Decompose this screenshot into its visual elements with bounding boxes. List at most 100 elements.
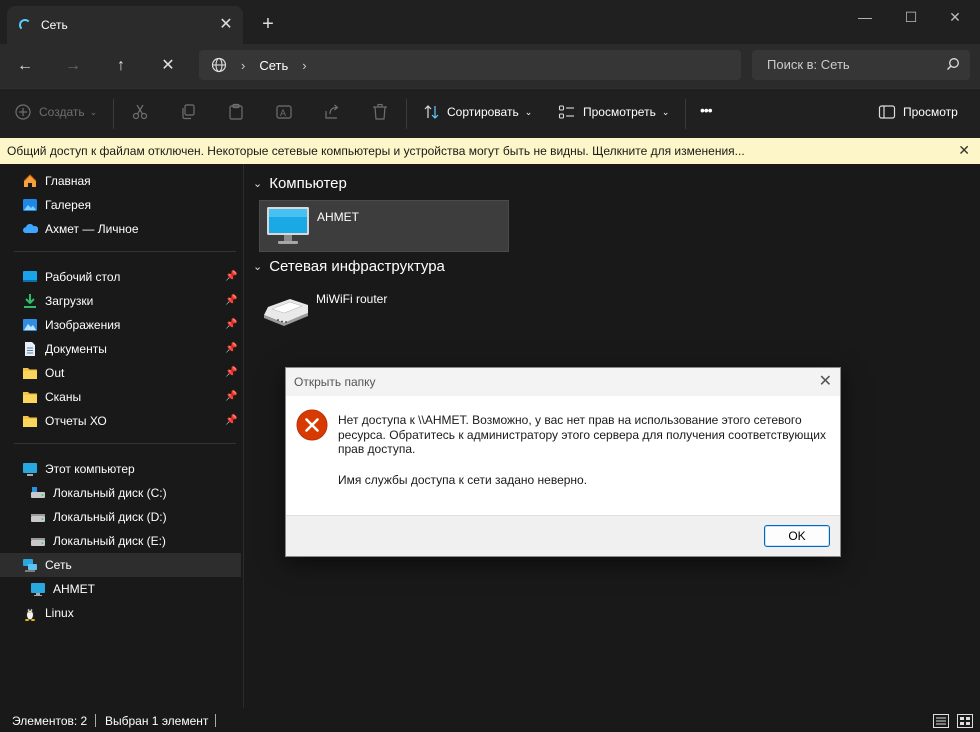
- navigation-bar: ← → ↑ ✕ › Сеть › Поиск в: Сеть: [0, 44, 980, 88]
- status-bar: Элементов: 2 Выбран 1 элемент: [0, 708, 980, 732]
- pin-icon[interactable]: 📌: [225, 271, 237, 283]
- preview-pane-button[interactable]: Просмотр: [878, 103, 958, 121]
- group-title: Сетевая инфраструктура: [269, 258, 445, 275]
- sidebar-item-scans[interactable]: Сканы 📌: [0, 385, 241, 409]
- home-icon: [23, 174, 37, 187]
- sidebar-item-linux[interactable]: Linux: [0, 601, 241, 625]
- breadcrumb-network[interactable]: Сеть: [259, 58, 288, 73]
- group-header-network-infrastructure[interactable]: ⌄ Сетевая инфраструктура: [253, 258, 445, 275]
- toolbar-divider: [685, 99, 686, 129]
- tab-network[interactable]: Сеть ✕: [7, 6, 243, 44]
- sidebar-item-label: Сеть: [45, 558, 72, 572]
- sidebar-item-label: Сканы: [45, 390, 82, 404]
- dialog-close-icon[interactable]: ✕: [819, 371, 832, 391]
- view-label: Просмотреть: [583, 105, 656, 119]
- navigation-pane: Главная Галерея Ахмет — Личное Рабочий с…: [0, 164, 244, 708]
- sidebar-item-onedrive[interactable]: Ахмет — Личное: [0, 217, 241, 241]
- sidebar-item-drive-e[interactable]: Локальный диск (E:): [0, 529, 241, 553]
- folder-icon: [23, 392, 37, 403]
- search-icon[interactable]: [946, 57, 960, 71]
- network-item-router[interactable]: MiWiFi router: [259, 283, 509, 335]
- sidebar-item-drive-d[interactable]: Локальный диск (D:): [0, 505, 241, 529]
- chevron-down-icon[interactable]: ⌄: [253, 260, 262, 273]
- share-icon[interactable]: [323, 103, 341, 121]
- tab-title: Сеть: [41, 18, 68, 32]
- sidebar-item-label: Отчеты ХО: [45, 414, 107, 428]
- view-button[interactable]: Просмотреть ⌄: [558, 103, 669, 121]
- pin-icon[interactable]: 📌: [225, 343, 237, 355]
- sidebar-item-label: Out: [45, 366, 65, 380]
- sidebar-item-gallery[interactable]: Галерея: [0, 193, 241, 217]
- network-item-ahmet[interactable]: AHMET: [259, 200, 509, 252]
- sidebar-item-reports[interactable]: Отчеты ХО 📌: [0, 409, 241, 433]
- chevron-down-icon: ⌄: [524, 106, 533, 117]
- maximize-button[interactable]: ☐: [888, 6, 934, 28]
- sidebar-item-this-pc[interactable]: Этот компьютер: [0, 457, 241, 481]
- onedrive-icon: [23, 224, 38, 233]
- cut-icon[interactable]: [131, 103, 149, 121]
- tiles-view-icon[interactable]: [957, 714, 973, 728]
- more-options-button[interactable]: •••: [700, 102, 713, 118]
- copy-icon[interactable]: [179, 103, 197, 121]
- back-button[interactable]: ←: [13, 54, 37, 78]
- sidebar-item-label: Галерея: [45, 198, 92, 212]
- close-window-button[interactable]: ✕: [932, 6, 978, 28]
- command-bar: Создать ⌄ A Сортировать ⌄ Просмотреть ⌄ …: [0, 88, 980, 138]
- sidebar-item-label: Локальный диск (C:): [53, 486, 167, 500]
- sidebar-item-label: Ахмет — Личное: [45, 222, 139, 236]
- breadcrumb-chevron-icon[interactable]: ›: [241, 58, 245, 73]
- file-sharing-infobar[interactable]: Общий доступ к файлам отключен. Некоторы…: [0, 138, 980, 164]
- search-input[interactable]: Поиск в: Сеть: [752, 50, 970, 80]
- ok-button[interactable]: OK: [764, 525, 830, 547]
- sidebar-item-label: Изображения: [45, 318, 121, 332]
- downloads-icon: [24, 294, 36, 308]
- forward-button[interactable]: →: [61, 54, 85, 78]
- pin-icon[interactable]: 📌: [225, 319, 237, 331]
- sidebar-item-label: Загрузки: [45, 294, 94, 308]
- toolbar-divider: [113, 99, 114, 129]
- status-divider: [95, 714, 96, 727]
- dialog-message: Нет доступа к \\AHMET. Возможно, у вас н…: [338, 413, 826, 456]
- pin-icon[interactable]: 📌: [225, 295, 237, 307]
- pin-icon[interactable]: 📌: [225, 367, 237, 379]
- sidebar-item-drive-c[interactable]: Локальный диск (C:): [0, 481, 241, 505]
- sidebar-item-ahmet[interactable]: AHMET: [0, 577, 241, 601]
- tab-close-icon[interactable]: ✕: [217, 16, 235, 34]
- address-bar[interactable]: › Сеть ›: [199, 50, 741, 80]
- up-button[interactable]: ↑: [109, 54, 133, 78]
- sidebar-item-desktop[interactable]: Рабочий стол 📌: [0, 265, 241, 289]
- sidebar-item-network[interactable]: Сеть: [0, 553, 241, 577]
- documents-icon: [25, 342, 35, 356]
- pin-icon[interactable]: 📌: [225, 391, 237, 403]
- paste-icon[interactable]: [227, 103, 245, 121]
- rename-icon[interactable]: A: [275, 103, 293, 121]
- svg-text:A: A: [280, 108, 286, 118]
- desktop-icon: [23, 271, 37, 282]
- infobar-close-icon[interactable]: ✕: [958, 142, 970, 159]
- create-button[interactable]: Создать ⌄: [14, 103, 97, 121]
- sidebar-item-label: Главная: [45, 174, 91, 188]
- stop-loading-button[interactable]: ✕: [156, 54, 180, 78]
- pin-icon[interactable]: 📌: [225, 415, 237, 427]
- sidebar-item-documents[interactable]: Документы 📌: [0, 337, 241, 361]
- computer-icon: [267, 207, 309, 244]
- new-tab-button[interactable]: +: [258, 14, 278, 34]
- dialog-footer: OK: [286, 515, 840, 556]
- this-pc-icon: [23, 463, 37, 476]
- group-header-computer[interactable]: ⌄ Компьютер: [253, 175, 347, 192]
- infobar-message[interactable]: Общий доступ к файлам отключен. Некоторы…: [7, 144, 745, 158]
- chevron-down-icon[interactable]: ⌄: [253, 177, 262, 190]
- minimize-button[interactable]: —: [842, 6, 888, 28]
- sidebar-item-home[interactable]: Главная: [0, 169, 241, 193]
- sidebar-item-label: AHMET: [53, 582, 95, 596]
- details-view-icon[interactable]: [933, 714, 949, 728]
- item-name: MiWiFi router: [316, 292, 388, 306]
- delete-icon[interactable]: [371, 103, 389, 121]
- dialog-title-bar[interactable]: Открыть папку ✕: [286, 368, 840, 396]
- sidebar-item-downloads[interactable]: Загрузки 📌: [0, 289, 241, 313]
- sidebar-item-out[interactable]: Out 📌: [0, 361, 241, 385]
- sidebar-item-pictures[interactable]: Изображения 📌: [0, 313, 241, 337]
- breadcrumb-chevron-icon[interactable]: ›: [302, 58, 306, 73]
- sort-button[interactable]: Сортировать ⌄: [423, 103, 532, 121]
- selection-count: Выбран 1 элемент: [105, 714, 209, 728]
